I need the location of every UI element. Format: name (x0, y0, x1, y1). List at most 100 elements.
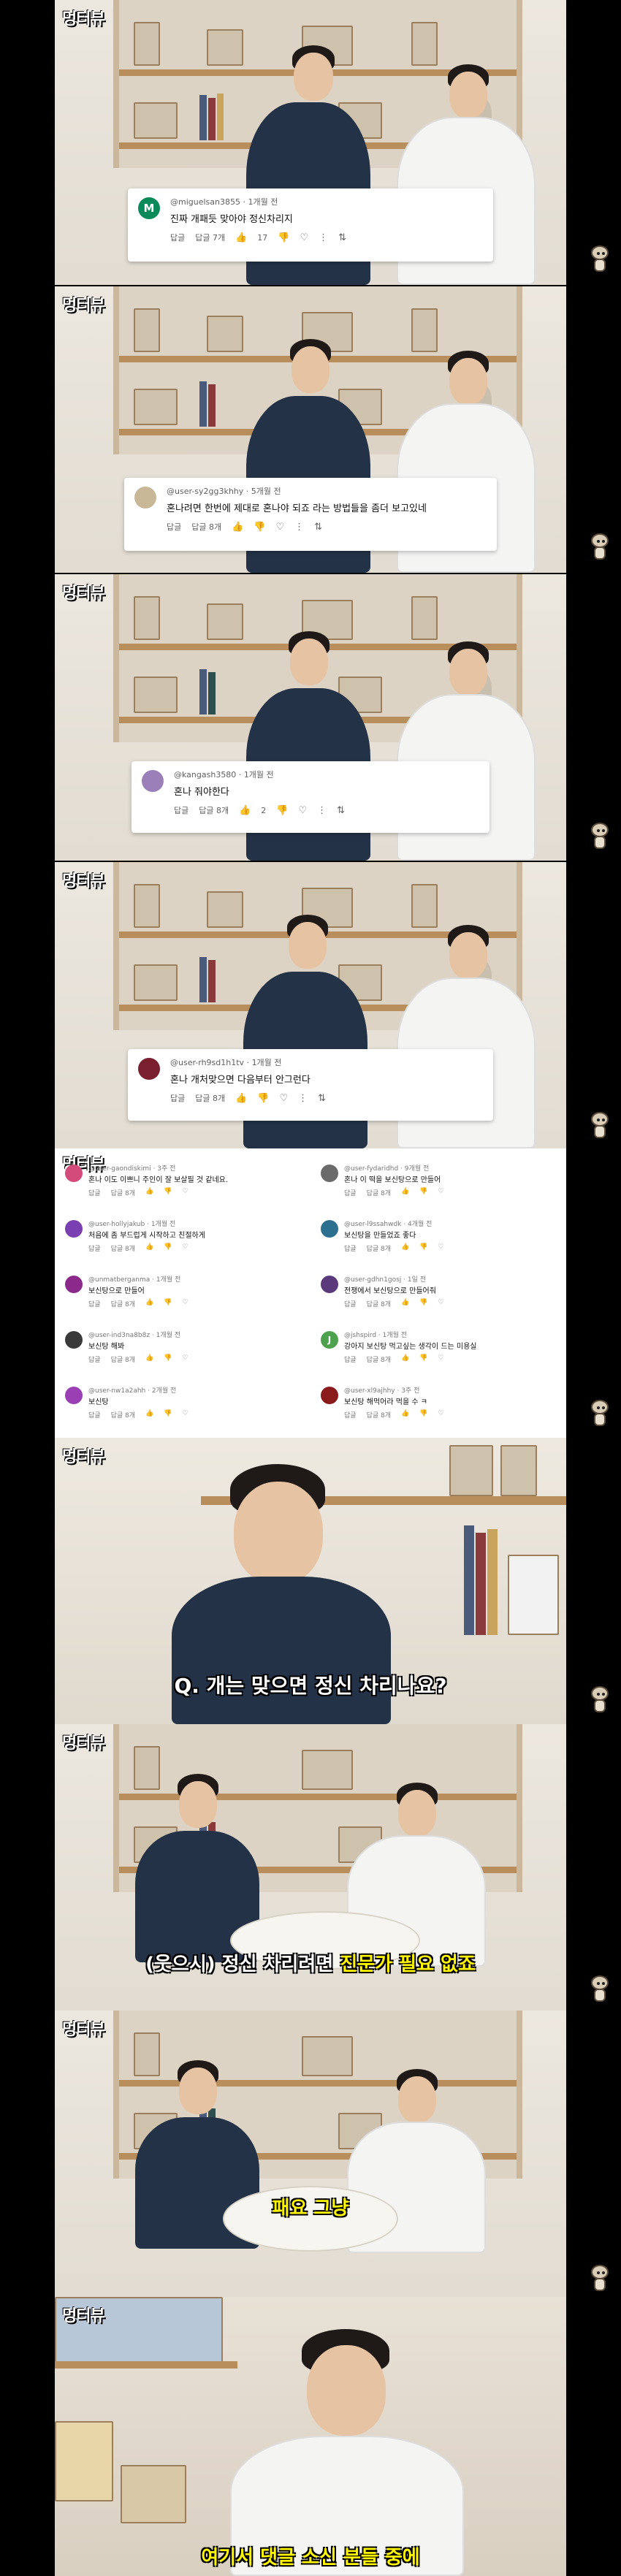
replies-button[interactable]: 답글 8개 (191, 521, 221, 533)
avatar[interactable] (134, 487, 156, 508)
reply-button[interactable]: 답글 (174, 804, 188, 816)
heart-icon[interactable]: ♡ (438, 1188, 443, 1197)
replies-button[interactable]: 답글 8개 (367, 1354, 391, 1364)
replies-button[interactable]: 답글 8개 (111, 1299, 135, 1308)
thumb-up-icon[interactable]: 👍 (145, 1410, 153, 1420)
comment-user[interactable]: @user-sy2gg3khhy (167, 487, 243, 496)
thumb-up-icon[interactable]: 👍 (401, 1410, 409, 1420)
thumb-up-icon[interactable]: 👍 (235, 1093, 247, 1104)
avatar[interactable] (321, 1220, 338, 1238)
reply-button[interactable]: 답글 (344, 1243, 357, 1253)
replies-button[interactable]: 답글 8개 (111, 1188, 135, 1197)
thumb-up-icon[interactable]: 👍 (145, 1188, 153, 1197)
sort-icon[interactable]: ⇅ (337, 805, 345, 816)
comment-user[interactable]: @user-l9ssahwdk (344, 1221, 401, 1228)
comment-user[interactable]: @unmatberganma (88, 1276, 150, 1284)
comment-user[interactable]: @user-nw1a2ahh (88, 1387, 145, 1395)
thumb-down-icon[interactable]: 👎 (419, 1354, 427, 1364)
reply-button[interactable]: 답글 (167, 521, 181, 533)
thumb-up-icon[interactable]: 👍 (145, 1354, 153, 1364)
thumb-down-icon[interactable]: 👎 (419, 1299, 427, 1308)
thumb-down-icon[interactable]: 👎 (164, 1410, 172, 1420)
thumb-down-icon[interactable]: 👎 (278, 232, 289, 243)
replies-button[interactable]: 답글 8개 (367, 1299, 391, 1308)
comment-user[interactable]: @kangash3580 (174, 770, 236, 780)
avatar[interactable] (321, 1387, 338, 1404)
avatar[interactable] (65, 1276, 83, 1293)
thumb-down-icon[interactable]: 👎 (419, 1188, 427, 1197)
comment-user[interactable]: @user-hollyjakub (88, 1221, 145, 1228)
avatar[interactable] (65, 1387, 83, 1404)
replies-button[interactable]: 답글 8개 (195, 1092, 225, 1104)
replies-button[interactable]: 답글 8개 (199, 804, 229, 816)
thumb-down-icon[interactable]: 👎 (257, 1093, 269, 1104)
avatar[interactable] (65, 1331, 83, 1349)
thumb-up-icon[interactable]: 👍 (235, 232, 247, 243)
heart-icon[interactable]: ♡ (182, 1354, 188, 1364)
heart-icon[interactable]: ♡ (182, 1188, 188, 1197)
heart-icon[interactable]: ♡ (298, 805, 307, 816)
heart-icon[interactable]: ♡ (275, 522, 284, 533)
heart-icon[interactable]: ♡ (438, 1243, 443, 1253)
comment-user[interactable]: @miguelsan3855 (170, 197, 240, 207)
reply-button[interactable]: 답글 (88, 1243, 101, 1253)
thumb-down-icon[interactable]: 👎 (276, 805, 288, 816)
comment-user[interactable]: @user-gdhn1gosj (344, 1276, 401, 1284)
more-icon[interactable]: ⋮ (319, 232, 328, 243)
heart-icon[interactable]: ♡ (438, 1299, 443, 1308)
thumb-up-icon[interactable]: 👍 (145, 1243, 153, 1253)
comment-user[interactable]: @jshspird (344, 1332, 376, 1339)
thumb-down-icon[interactable]: 👎 (164, 1299, 172, 1308)
sort-icon[interactable]: ⇅ (338, 232, 346, 243)
thumb-up-icon[interactable]: 👍 (401, 1354, 409, 1364)
avatar[interactable] (321, 1165, 338, 1182)
thumb-down-icon[interactable]: 👎 (164, 1188, 172, 1197)
more-icon[interactable]: ⋮ (298, 1093, 308, 1104)
thumb-up-icon[interactable]: 👍 (401, 1188, 409, 1197)
thumb-up-icon[interactable]: 👍 (145, 1299, 153, 1308)
avatar[interactable]: J (321, 1331, 338, 1349)
reply-button[interactable]: 답글 (344, 1188, 357, 1197)
replies-button[interactable]: 답글 8개 (111, 1354, 135, 1364)
avatar[interactable] (142, 770, 164, 792)
heart-icon[interactable]: ♡ (182, 1410, 188, 1420)
heart-icon[interactable]: ♡ (182, 1243, 188, 1253)
thumb-down-icon[interactable]: 👎 (164, 1243, 172, 1253)
avatar[interactable] (138, 1058, 160, 1080)
thumb-up-icon[interactable]: 👍 (239, 805, 251, 816)
reply-button[interactable]: 답글 (88, 1188, 101, 1197)
replies-button[interactable]: 답글 7개 (195, 232, 225, 243)
replies-button[interactable]: 답글 8개 (367, 1410, 391, 1420)
reply-button[interactable]: 답글 (170, 1092, 185, 1104)
avatar[interactable]: M (138, 197, 160, 219)
reply-button[interactable]: 답글 (88, 1299, 101, 1308)
reply-button[interactable]: 답글 (344, 1354, 357, 1364)
thumb-up-icon[interactable]: 👍 (401, 1243, 409, 1253)
heart-icon[interactable]: ♡ (300, 232, 308, 243)
comment-user[interactable]: @user-ind3na8b8z (88, 1332, 150, 1339)
thumb-up-icon[interactable]: 👍 (401, 1299, 409, 1308)
reply-button[interactable]: 답글 (88, 1354, 101, 1364)
reply-button[interactable]: 답글 (170, 232, 185, 243)
thumb-down-icon[interactable]: 👎 (419, 1243, 427, 1253)
heart-icon[interactable]: ♡ (279, 1093, 288, 1104)
reply-button[interactable]: 답글 (344, 1410, 357, 1420)
replies-button[interactable]: 답글 8개 (367, 1188, 391, 1197)
replies-button[interactable]: 답글 8개 (367, 1243, 391, 1253)
thumb-down-icon[interactable]: 👎 (419, 1410, 427, 1420)
sort-icon[interactable]: ⇅ (314, 522, 322, 533)
sort-icon[interactable]: ⇅ (318, 1093, 326, 1104)
comment-user[interactable]: @user-gaondiskimi (88, 1165, 151, 1173)
heart-icon[interactable]: ♡ (182, 1299, 188, 1308)
comment-user[interactable]: @user-xl9ajhhy (344, 1387, 395, 1395)
reply-button[interactable]: 답글 (88, 1410, 101, 1420)
replies-button[interactable]: 답글 8개 (111, 1410, 135, 1420)
more-icon[interactable]: ⋮ (294, 522, 304, 533)
heart-icon[interactable]: ♡ (438, 1410, 443, 1420)
comment-user[interactable]: @user-fydaridhd (344, 1165, 398, 1173)
comment-user[interactable]: @user-rh9sd1h1tv (170, 1058, 244, 1067)
heart-icon[interactable]: ♡ (438, 1354, 443, 1364)
reply-button[interactable]: 답글 (344, 1299, 357, 1308)
avatar[interactable] (321, 1276, 338, 1293)
thumb-down-icon[interactable]: 👎 (164, 1354, 172, 1364)
